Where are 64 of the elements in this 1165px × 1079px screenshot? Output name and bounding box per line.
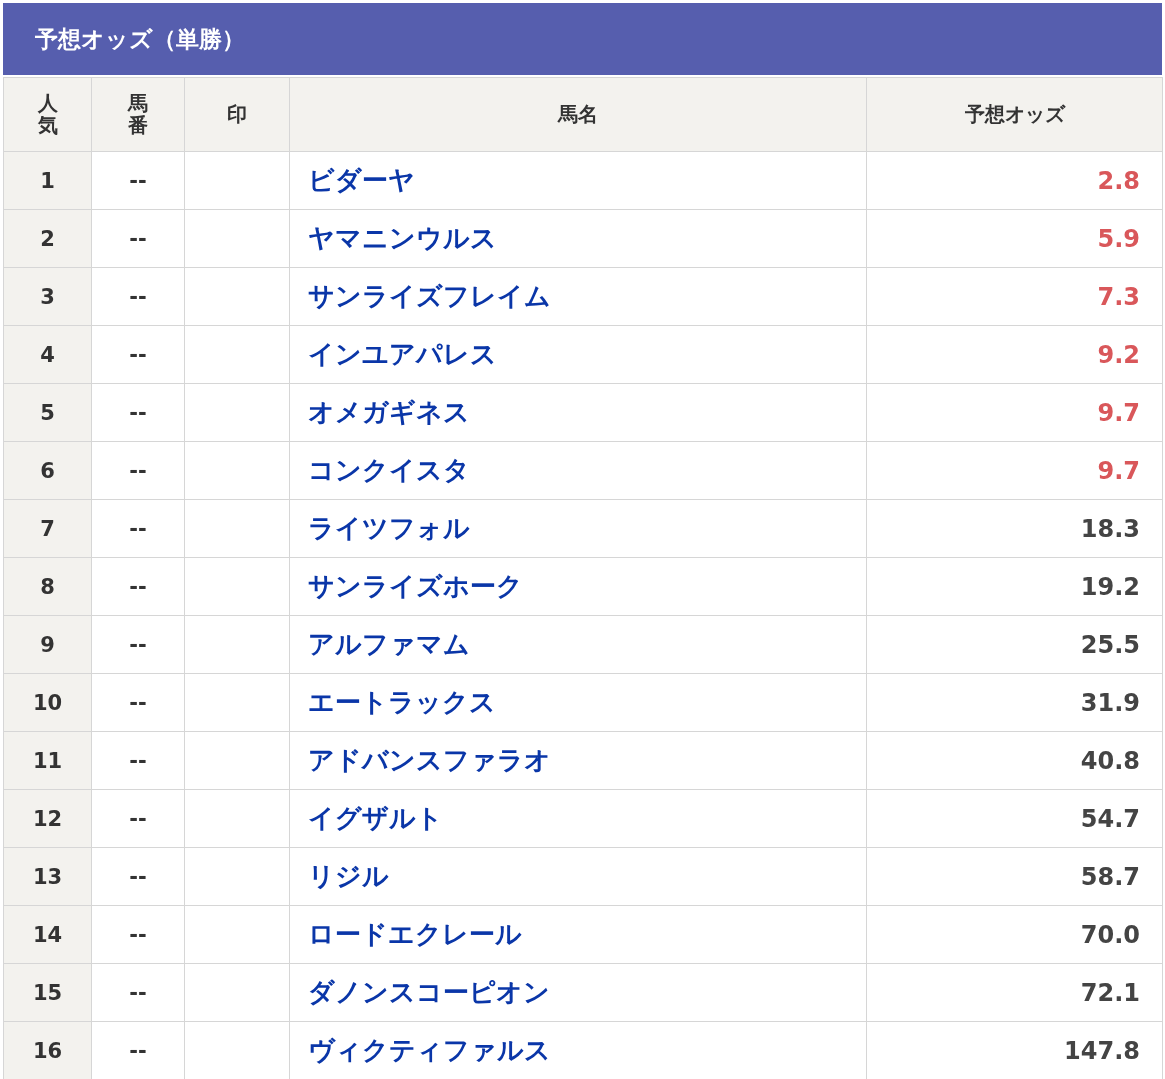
rank-cell: 8 — [3, 557, 92, 616]
rank-cell: 15 — [3, 963, 92, 1022]
rank-cell: 9 — [3, 615, 92, 674]
horse-name-link[interactable]: サンライズホーク — [308, 571, 523, 601]
horse-name-link[interactable]: オメガギネス — [308, 397, 470, 427]
rank-cell: 2 — [3, 209, 92, 268]
horse-name-link[interactable]: アルファマム — [308, 629, 470, 659]
horse-name-link[interactable]: エートラックス — [308, 687, 496, 717]
horse-name-link[interactable]: コンクイスタ — [308, 455, 470, 485]
number-cell: -- — [91, 267, 185, 326]
rank-cell: 1 — [3, 151, 92, 210]
rank-cell: 11 — [3, 731, 92, 790]
number-cell: -- — [91, 499, 185, 558]
odds-cell: 5.9 — [866, 209, 1163, 268]
odds-cell: 58.7 — [866, 847, 1163, 906]
number-cell: -- — [91, 325, 185, 384]
odds-cell: 40.8 — [866, 731, 1163, 790]
odds-cell: 25.5 — [866, 615, 1163, 674]
column-header: 人気 — [3, 77, 92, 152]
odds-cell: 19.2 — [866, 557, 1163, 616]
number-cell: -- — [91, 731, 185, 790]
rank-cell: 13 — [3, 847, 92, 906]
odds-cell: 9.7 — [866, 441, 1163, 500]
number-cell: -- — [91, 847, 185, 906]
horse-name-link[interactable]: ヤマニンウルス — [308, 223, 497, 253]
horse-name-link[interactable]: ビダーヤ — [308, 165, 415, 195]
odds-cell: 72.1 — [866, 963, 1163, 1022]
rank-cell: 16 — [3, 1021, 92, 1079]
number-cell: -- — [91, 151, 185, 210]
odds-cell: 54.7 — [866, 789, 1163, 848]
odds-cell: 9.2 — [866, 325, 1163, 384]
table-title: 予想オッズ（単勝） — [3, 3, 1162, 75]
number-cell: -- — [91, 209, 185, 268]
rank-cell: 12 — [3, 789, 92, 848]
horse-name-link[interactable]: ライツフォル — [308, 513, 470, 543]
odds-cell: 2.8 — [866, 151, 1163, 210]
odds-cell: 9.7 — [866, 383, 1163, 442]
horse-name-link[interactable]: リジル — [308, 861, 389, 891]
rank-cell: 6 — [3, 441, 92, 500]
rank-cell: 4 — [3, 325, 92, 384]
column-header: 印 — [184, 77, 290, 152]
number-cell: -- — [91, 383, 185, 442]
rank-cell: 3 — [3, 267, 92, 326]
horse-name-link[interactable]: イグザルト — [308, 803, 443, 833]
number-cell: -- — [91, 963, 185, 1022]
number-cell: -- — [91, 441, 185, 500]
number-cell: -- — [91, 789, 185, 848]
horse-name-link[interactable]: ロードエクレール — [308, 919, 522, 949]
number-cell: -- — [91, 673, 185, 732]
number-cell: -- — [91, 905, 185, 964]
number-cell: -- — [91, 557, 185, 616]
horse-name-link[interactable]: インユアパレス — [308, 339, 497, 369]
rank-cell: 7 — [3, 499, 92, 558]
odds-cell: 18.3 — [866, 499, 1163, 558]
rank-cell: 10 — [3, 673, 92, 732]
odds-cell: 70.0 — [866, 905, 1163, 964]
column-header: 馬番 — [91, 77, 185, 152]
odds-cell: 7.3 — [866, 267, 1163, 326]
rank-cell: 14 — [3, 905, 92, 964]
column-header: 予想オッズ — [866, 77, 1163, 152]
column-header: 馬名 — [289, 77, 867, 152]
rank-cell: 5 — [3, 383, 92, 442]
number-cell: -- — [91, 615, 185, 674]
odds-cell: 31.9 — [866, 673, 1163, 732]
